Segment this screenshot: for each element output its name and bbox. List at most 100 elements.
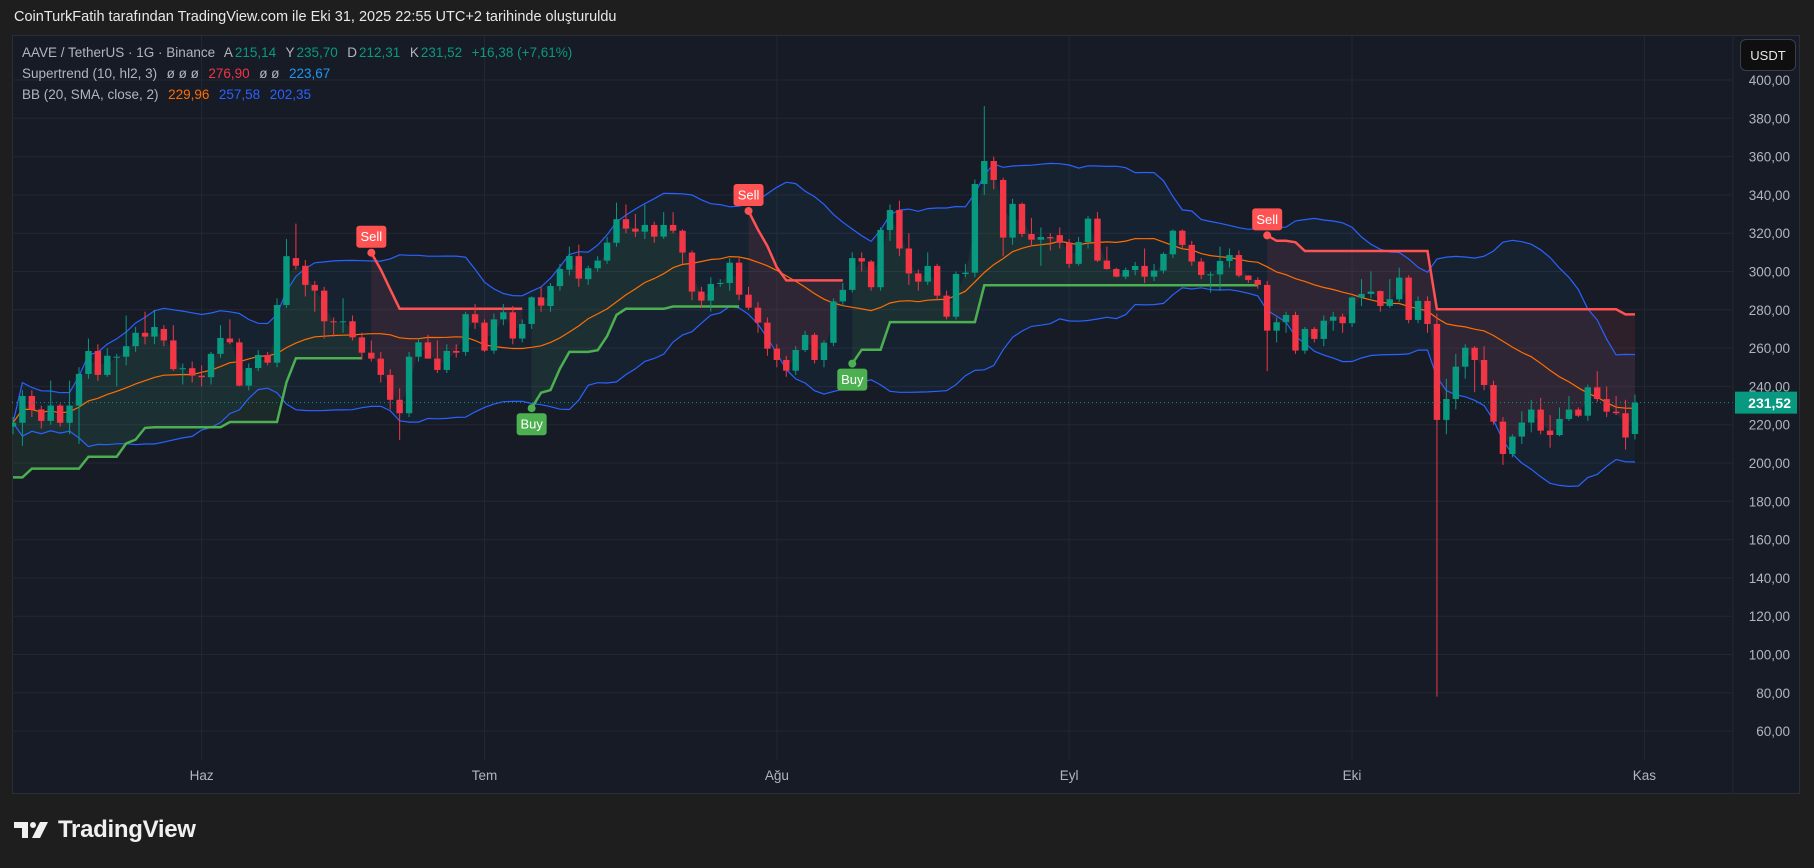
candle-body (1377, 291, 1384, 306)
candle-body (943, 295, 950, 317)
candle (877, 227, 884, 291)
buy-signal-dot (848, 359, 857, 368)
candle-body (801, 334, 809, 351)
currency-button[interactable]: USDT (1740, 39, 1796, 71)
candle-body (1471, 347, 1478, 360)
candle-body (622, 219, 630, 229)
candle-body (660, 224, 667, 237)
candle (1348, 296, 1356, 328)
price-tick-label: 320,00 (1749, 226, 1790, 241)
candle-body (1452, 366, 1459, 400)
candle-body (38, 409, 45, 421)
candle-body (1150, 270, 1158, 277)
candle-body (877, 229, 884, 288)
sell-signal-dot (1263, 231, 1272, 240)
sell-signal-text: Sell (360, 229, 382, 244)
price-tick-label: 140,00 (1749, 571, 1790, 586)
candle-body (273, 305, 281, 363)
candle (292, 223, 300, 270)
candle-body (1188, 244, 1195, 262)
candle-body (905, 248, 913, 274)
legend-symbol[interactable]: AAVE / TetherUS · 1G · Binance (22, 45, 215, 60)
candle (1433, 313, 1441, 697)
candle-body (1594, 387, 1601, 400)
candle-body (198, 375, 205, 378)
candle-body (405, 356, 413, 414)
candle (1160, 252, 1167, 274)
candle-body (226, 338, 234, 343)
time-tick-label: Tem (472, 768, 498, 783)
candle-body (811, 334, 818, 360)
candle-body (981, 161, 988, 184)
candle-body (94, 350, 102, 375)
candle (952, 271, 960, 320)
candle (1113, 267, 1120, 278)
last-price-badge-text: 231,52 (1748, 395, 1791, 411)
candle-body (471, 314, 479, 323)
time-tick-label: Eyl (1060, 768, 1079, 783)
candle-body (245, 368, 252, 386)
candle-body (453, 350, 460, 353)
candle-body (1509, 436, 1516, 454)
candle-body (113, 356, 120, 358)
candle-body (679, 230, 686, 253)
candle-body (783, 359, 790, 371)
candle-body (75, 373, 83, 406)
candle-body (519, 323, 526, 339)
candle-body (443, 350, 450, 370)
candle-body (415, 342, 422, 357)
price-chart[interactable]: Sell Buy Sell Buy Sell 60,00 80,00 100,00 120,00… (0, 0, 1814, 868)
candle-body (566, 255, 573, 270)
legend-bb-lower: 202,35 (269, 87, 311, 102)
candle-body (707, 283, 715, 301)
candle-body (556, 269, 564, 287)
legend-supertrend-name[interactable]: Supertrend (10, hl2, 3) (22, 66, 157, 81)
candle-body (283, 256, 290, 306)
candle-body (47, 405, 54, 421)
price-tick-label: 60,00 (1756, 724, 1790, 739)
legend-bb-name[interactable]: BB (20, SMA, close, 2) (22, 87, 159, 102)
candle-body (349, 321, 356, 338)
candle-body (66, 405, 73, 423)
candle-body (1169, 230, 1177, 255)
candle-body (1141, 265, 1148, 277)
candle-body (1263, 284, 1271, 331)
price-tick-label: 260,00 (1749, 341, 1790, 356)
candle-body (537, 297, 545, 306)
candle-body (1216, 260, 1224, 275)
legend-high-value: 235,70 (296, 45, 338, 60)
price-tick-label: 100,00 (1749, 648, 1790, 663)
candle-body (330, 321, 337, 323)
time-tick-label: Ağu (765, 768, 789, 783)
candle-body (1056, 235, 1063, 243)
candle-body (160, 328, 168, 341)
candle-body (28, 395, 36, 410)
candle-body (971, 183, 979, 273)
buy-signal-dot (527, 404, 536, 413)
candle-body (1386, 299, 1393, 306)
legend-supertrend-row[interactable]: Supertrend (10, hl2, 3) ø ø ø 276,90 ø ø… (22, 66, 332, 81)
candle-body (641, 224, 649, 232)
candle-body (434, 358, 441, 370)
price-tick-label: 180,00 (1749, 494, 1790, 509)
buy-signal-text: Buy (841, 372, 864, 387)
candle-body (490, 319, 498, 351)
candle-body (999, 179, 1007, 238)
candle (273, 298, 281, 368)
legend-change: +16,38 (+7,61%) (471, 45, 573, 60)
candle (1263, 281, 1271, 372)
legend-bb-row[interactable]: BB (20, SMA, close, 2) 229,96 257,58 202… (22, 87, 313, 102)
candle-body (962, 272, 969, 274)
tradingview-logo[interactable]: TradingView (14, 816, 196, 844)
candle-body (773, 348, 781, 360)
candle-body (1612, 411, 1620, 414)
candle-body (396, 399, 403, 414)
candle-body (1197, 261, 1205, 275)
candle-body (339, 321, 347, 323)
legend-symbol-row[interactable]: AAVE / TetherUS · 1G · Binance A 215,14 Y… (22, 45, 574, 60)
candle-body (1094, 218, 1101, 261)
price-tick-label: 300,00 (1749, 265, 1790, 280)
candle (405, 351, 413, 418)
price-tick-label: 160,00 (1749, 533, 1790, 548)
candle-body (12, 422, 17, 427)
